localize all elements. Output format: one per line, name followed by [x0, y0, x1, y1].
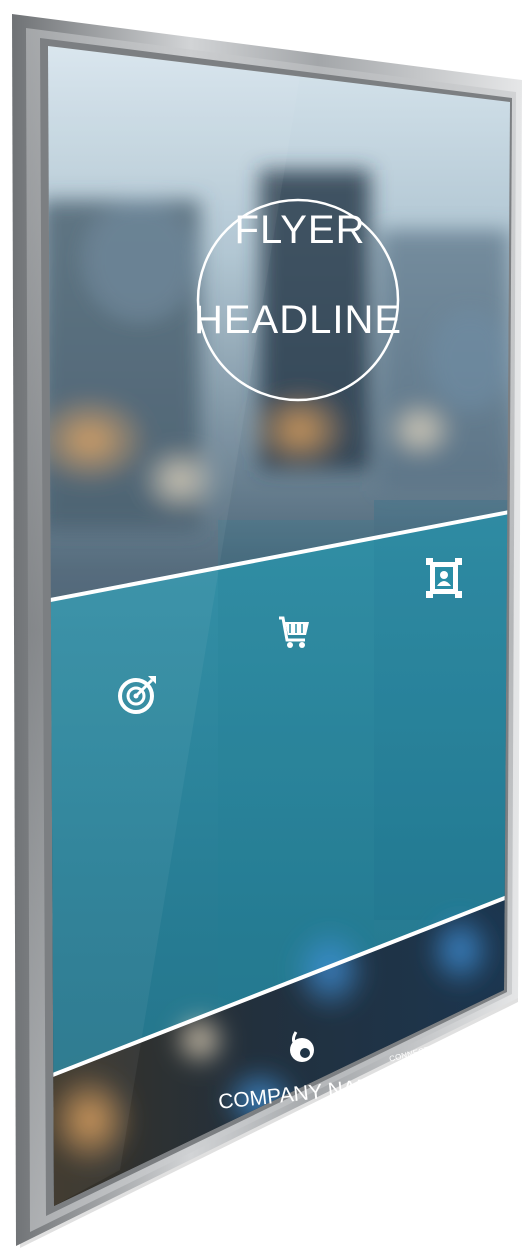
facebook-icon [421, 1081, 427, 1087]
instagram-icon [427, 1108, 433, 1114]
twitter-icon [424, 1095, 430, 1101]
poster-scene: FLYER HEADLINE COMPANY NAME CONNECT WITH… [0, 0, 529, 1255]
framed-poster: FLYER HEADLINE COMPANY NAME CONNECT WITH… [12, 14, 526, 1248]
user-network-icon [426, 558, 462, 598]
